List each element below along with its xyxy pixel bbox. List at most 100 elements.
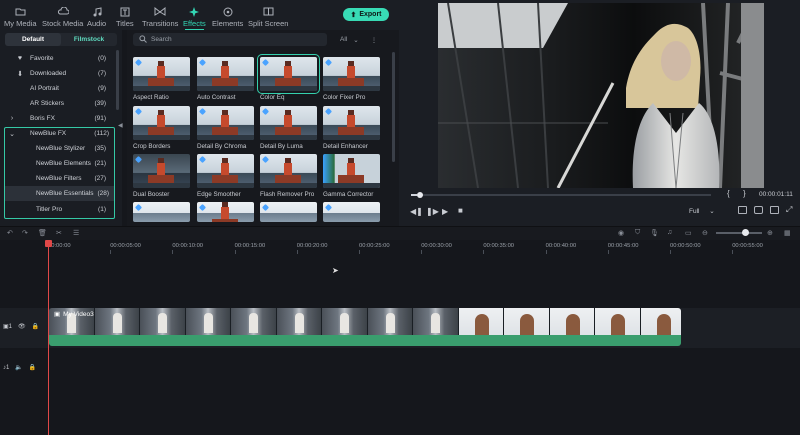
- sidebar-item-downloaded[interactable]: ⬇ Downloaded (7): [0, 66, 112, 81]
- display-icon[interactable]: [738, 206, 747, 214]
- zoom-slider[interactable]: [716, 232, 762, 234]
- effects-scrollbar[interactable]: [392, 52, 395, 162]
- effect-card-aspect-ratio[interactable]: Aspect Ratio: [133, 57, 190, 101]
- tab-audio[interactable]: Audio: [87, 4, 106, 28]
- speaker-icon[interactable]: 🔈: [15, 364, 22, 371]
- sidebar-item-count: (1): [98, 206, 106, 213]
- tab-my-media[interactable]: My Media: [4, 4, 37, 28]
- tab-split-screen[interactable]: Split Screen: [248, 4, 288, 28]
- media-toolbar: My Media Stock Media Audio Titles Transi…: [0, 0, 399, 31]
- quality-dropdown[interactable]: Full ⌄: [689, 207, 715, 215]
- volume-icon[interactable]: [770, 206, 779, 214]
- audio-mix-icon[interactable]: ♫: [667, 229, 672, 236]
- preview-scrubber-handle[interactable]: [417, 192, 423, 198]
- tab-label: Transitions: [142, 19, 179, 28]
- music-icon: [90, 6, 104, 17]
- clip-title-text: My Video3: [63, 310, 94, 318]
- effect-card-detail-by-chroma[interactable]: Detail By Chroma: [197, 106, 254, 150]
- tab-titles[interactable]: Titles: [116, 4, 134, 28]
- sidebar-item-newblue-fx[interactable]: ⌄ NewBlue FX (112): [4, 126, 115, 141]
- mark-out-icon[interactable]: }: [743, 189, 746, 198]
- sidebar-item-newblue-filters[interactable]: NewBlue Filters (27): [0, 171, 112, 186]
- sidebar-item-count: (39): [94, 100, 106, 107]
- playhead-line[interactable]: [48, 240, 49, 435]
- effect-card-gamma-corrector[interactable]: Gamma Corrector: [323, 154, 380, 198]
- sidebar-item-ai-portrait[interactable]: AI Portrait (9): [0, 81, 112, 96]
- sidebar-item-label: NewBlue Elements: [36, 160, 91, 167]
- step-back-icon[interactable]: ◀❚: [410, 207, 423, 216]
- video-preview[interactable]: [438, 3, 764, 188]
- subtitle-icon[interactable]: ▭: [685, 229, 692, 237]
- effect-card-color-eq[interactable]: Color Eq: [257, 54, 320, 101]
- effect-card-edge-smoother[interactable]: Edge Smoother: [197, 154, 254, 198]
- redo-icon[interactable]: ↷: [22, 229, 28, 237]
- video-clip[interactable]: ▣ My Video3: [49, 308, 681, 346]
- play-icon[interactable]: ▶: [442, 207, 448, 216]
- effect-card-crop-borders[interactable]: Crop Borders: [133, 106, 190, 150]
- tab-effects[interactable]: Effects: [183, 4, 206, 31]
- fullscreen-icon[interactable]: ⤢: [786, 205, 792, 215]
- effect-card-auto-contrast[interactable]: Auto Contrast: [197, 57, 254, 101]
- lock-icon[interactable]: 🔒: [32, 323, 39, 330]
- mark-in-icon[interactable]: {: [727, 189, 730, 198]
- zoom-in-icon[interactable]: ⊕: [767, 229, 773, 237]
- effect-card-partial[interactable]: [260, 202, 317, 222]
- collapse-panel-icon[interactable]: ◀: [118, 122, 123, 129]
- sidebar-item-newblue-stylizer[interactable]: NewBlue Stylizer (35): [0, 141, 112, 156]
- playhead-handle[interactable]: [45, 240, 52, 247]
- tab-filmstock[interactable]: Filmstock: [61, 33, 117, 46]
- folder-icon: [13, 6, 27, 17]
- sidebar-item-boris-fx[interactable]: › Boris FX (91): [0, 111, 112, 126]
- shield-icon[interactable]: ⛉: [635, 229, 640, 237]
- sidebar-item-label: NewBlue FX: [30, 130, 67, 137]
- audio-track-header: ♪1 🔈 🔒: [3, 364, 36, 372]
- search-input[interactable]: Search: [133, 33, 327, 46]
- clip-title: ▣ My Video3: [54, 310, 94, 319]
- grid-icon[interactable]: ▦: [784, 229, 791, 237]
- sidebar-item-favorite[interactable]: ♥ Favorite (0): [0, 51, 112, 66]
- tab-stock-media[interactable]: Stock Media: [42, 4, 83, 28]
- sidebar-scrollbar[interactable]: [116, 50, 119, 110]
- eye-icon[interactable]: 👁: [18, 323, 26, 330]
- filter-dropdown[interactable]: All ⌄ ⋮: [340, 33, 377, 46]
- tab-elements[interactable]: Elements: [212, 4, 243, 28]
- zoom-out-icon[interactable]: ⊖: [702, 229, 708, 237]
- microphone-icon[interactable]: 🎙: [650, 229, 659, 237]
- tab-label: Split Screen: [248, 19, 289, 28]
- ruler-tick: [483, 250, 485, 254]
- sidebar-tab-switch: Default Filmstock: [5, 33, 117, 46]
- step-forward-icon[interactable]: ❚▶: [426, 207, 439, 216]
- tab-transitions[interactable]: Transitions: [142, 4, 178, 28]
- sidebar-item-count: (0): [98, 55, 106, 62]
- zoom-slider-handle[interactable]: [742, 229, 749, 236]
- effect-card-detail-by-luma[interactable]: Detail By Luma: [260, 106, 317, 150]
- preview-progress-track[interactable]: [411, 194, 711, 196]
- heart-icon: ♥: [17, 55, 23, 62]
- effect-card-partial[interactable]: [323, 202, 380, 222]
- tab-default[interactable]: Default: [5, 33, 61, 46]
- effect-card-partial[interactable]: [197, 202, 254, 222]
- effect-card-color-fixer-pro[interactable]: Color Fixer Pro: [323, 57, 380, 101]
- sidebar-item-newblue-elements[interactable]: NewBlue Elements (21): [0, 156, 112, 171]
- premium-gem-icon: [198, 58, 207, 67]
- tab-label: Titles: [116, 19, 134, 28]
- effect-card-dual-booster[interactable]: Dual Booster: [133, 154, 190, 198]
- sidebar-item-titler-pro[interactable]: Titler Pro (1): [0, 202, 112, 217]
- delete-icon[interactable]: 🗑: [38, 229, 47, 237]
- snapshot-icon[interactable]: [754, 206, 763, 214]
- premium-gem-icon: [134, 58, 143, 67]
- adjust-icon[interactable]: ☰: [73, 229, 79, 237]
- sidebar-item-newblue-essentials[interactable]: NewBlue Essentials (28): [5, 186, 115, 201]
- stop-icon[interactable]: ■: [458, 206, 463, 215]
- effect-card-flash-remover-pro[interactable]: Flash Remover Pro: [260, 154, 317, 198]
- effect-card-partial[interactable]: [133, 202, 190, 222]
- export-button[interactable]: ⬆ Export: [343, 8, 389, 21]
- undo-icon[interactable]: ↶: [7, 229, 13, 237]
- chevron-down-icon: ⌄: [9, 130, 15, 138]
- cut-icon[interactable]: ✂: [56, 229, 62, 237]
- lock-icon[interactable]: 🔒: [29, 364, 36, 371]
- render-icon[interactable]: ◉: [618, 229, 624, 237]
- effect-thumbnail: [133, 57, 190, 91]
- effect-card-detail-enhancer[interactable]: Detail Enhancer: [323, 106, 380, 150]
- sidebar-item-ar-stickers[interactable]: AR Stickers (39): [0, 96, 112, 111]
